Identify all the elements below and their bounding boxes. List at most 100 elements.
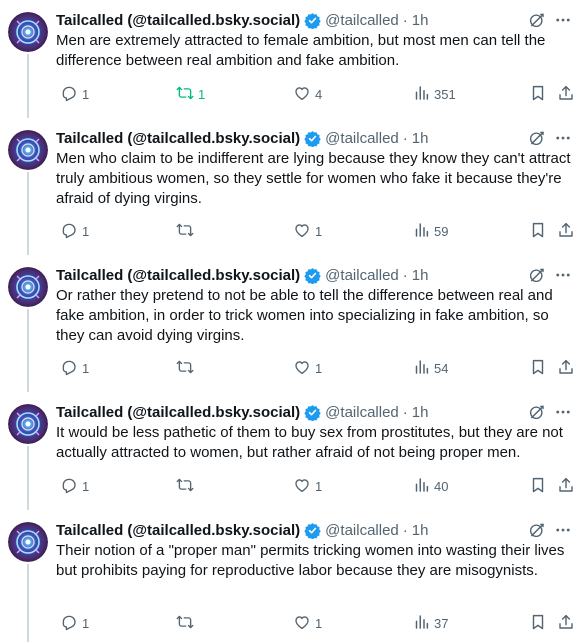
- tweet-text: It would be less pathetic of them to buy…: [56, 424, 563, 461]
- thread-line: [27, 446, 29, 510]
- reply-icon: [60, 221, 78, 242]
- bookmark-button[interactable]: [525, 613, 547, 633]
- avatar[interactable]: [8, 267, 48, 307]
- timestamp[interactable]: 1h: [412, 522, 429, 539]
- views-icon: [412, 476, 430, 497]
- like-icon: [293, 221, 311, 242]
- separator: ·: [402, 266, 408, 284]
- author-handle[interactable]: @tailcalled: [325, 404, 399, 421]
- like-button[interactable]: 1: [289, 221, 322, 241]
- like-button[interactable]: 4: [289, 84, 322, 104]
- bookmark-icon: [529, 476, 547, 497]
- like-icon: [293, 613, 311, 634]
- author-handle[interactable]: @tailcalled: [325, 522, 399, 539]
- grok-icon[interactable]: [528, 521, 546, 539]
- action-bar: 1 1 40: [56, 476, 576, 496]
- bookmark-button[interactable]: [525, 476, 547, 496]
- author-name[interactable]: Tailcalled (@tailcalled.bsky.social): [56, 267, 300, 284]
- verified-badge-icon: [304, 12, 321, 29]
- like-button[interactable]: 1: [289, 476, 322, 496]
- grok-icon[interactable]: [528, 129, 546, 147]
- tweet[interactable]: Tailcalled (@tailcalled.bsky.social) @ta…: [0, 510, 581, 642]
- more-icon[interactable]: [554, 11, 572, 29]
- tweet[interactable]: Tailcalled (@tailcalled.bsky.social) @ta…: [0, 392, 581, 510]
- avatar[interactable]: [8, 404, 48, 444]
- repost-button[interactable]: [172, 613, 198, 633]
- bookmark-button[interactable]: [525, 221, 547, 241]
- thread-line: [27, 564, 29, 642]
- share-button[interactable]: [553, 84, 575, 104]
- reply-count: 1: [82, 360, 90, 376]
- views-button[interactable]: 351: [408, 84, 456, 104]
- author-name[interactable]: Tailcalled (@tailcalled.bsky.social): [56, 522, 300, 539]
- tweet-header: Tailcalled (@tailcalled.bsky.social) @ta…: [56, 519, 428, 541]
- grok-icon[interactable]: [528, 266, 546, 284]
- repost-button[interactable]: [172, 358, 198, 378]
- repost-button[interactable]: [172, 221, 198, 241]
- grok-icon[interactable]: [528, 403, 546, 421]
- repost-button[interactable]: [172, 476, 198, 496]
- timestamp[interactable]: 1h: [412, 404, 429, 421]
- views-button[interactable]: 37: [408, 613, 448, 633]
- views-button[interactable]: 59: [408, 221, 448, 241]
- tweet-text: Their notion of a "proper man" permits t…: [56, 542, 565, 579]
- like-button[interactable]: 1: [289, 358, 322, 378]
- avatar[interactable]: [8, 130, 48, 170]
- more-icon[interactable]: [554, 266, 572, 284]
- grok-icon[interactable]: [528, 11, 546, 29]
- verified-badge-icon: [304, 130, 321, 147]
- views-button[interactable]: 40: [408, 476, 448, 496]
- share-icon: [557, 476, 575, 497]
- repost-button[interactable]: 1: [172, 84, 205, 104]
- author-name[interactable]: Tailcalled (@tailcalled.bsky.social): [56, 404, 300, 421]
- more-icon[interactable]: [554, 521, 572, 539]
- reply-button[interactable]: 1: [56, 358, 89, 378]
- timestamp[interactable]: 1h: [412, 130, 429, 147]
- views-icon: [412, 84, 430, 105]
- tweet-header: Tailcalled (@tailcalled.bsky.social) @ta…: [56, 9, 428, 31]
- tweet-header: Tailcalled (@tailcalled.bsky.social) @ta…: [56, 127, 428, 149]
- author-handle[interactable]: @tailcalled: [325, 12, 399, 29]
- tweet[interactable]: Tailcalled (@tailcalled.bsky.social) @ta…: [0, 255, 581, 392]
- repost-icon: [176, 358, 194, 379]
- like-icon: [293, 84, 311, 105]
- author-handle[interactable]: @tailcalled: [325, 267, 399, 284]
- tweet[interactable]: Tailcalled (@tailcalled.bsky.social) @ta…: [0, 118, 581, 255]
- timestamp[interactable]: 1h: [412, 12, 429, 29]
- views-button[interactable]: 54: [408, 358, 448, 378]
- avatar[interactable]: [8, 522, 48, 562]
- bookmark-icon: [529, 221, 547, 242]
- more-icon[interactable]: [554, 129, 572, 147]
- thread-line: [27, 54, 29, 118]
- bookmark-button[interactable]: [525, 358, 547, 378]
- share-icon: [557, 358, 575, 379]
- bookmark-button[interactable]: [525, 84, 547, 104]
- action-bar: 1 1 4 351: [56, 84, 576, 104]
- reply-count: 1: [82, 223, 90, 239]
- author-name[interactable]: Tailcalled (@tailcalled.bsky.social): [56, 12, 300, 29]
- share-button[interactable]: [553, 221, 575, 241]
- tweet-text: Or rather they pretend to not be able to…: [56, 287, 553, 344]
- share-icon: [557, 84, 575, 105]
- like-count: 1: [315, 615, 323, 631]
- share-button[interactable]: [553, 613, 575, 633]
- share-button[interactable]: [553, 358, 575, 378]
- like-button[interactable]: 1: [289, 613, 322, 633]
- author-handle[interactable]: @tailcalled: [325, 130, 399, 147]
- avatar[interactable]: [8, 12, 48, 52]
- action-bar: 1 1 59: [56, 221, 576, 241]
- action-bar: 1 1 54: [56, 358, 576, 378]
- share-button[interactable]: [553, 476, 575, 496]
- separator: ·: [402, 11, 408, 29]
- reply-count: 1: [82, 478, 90, 494]
- reply-button[interactable]: 1: [56, 476, 89, 496]
- repost-icon: [176, 221, 194, 242]
- more-icon[interactable]: [554, 403, 572, 421]
- bookmark-icon: [529, 358, 547, 379]
- author-name[interactable]: Tailcalled (@tailcalled.bsky.social): [56, 130, 300, 147]
- tweet[interactable]: Tailcalled (@tailcalled.bsky.social) @ta…: [0, 0, 581, 118]
- reply-button[interactable]: 1: [56, 221, 89, 241]
- timestamp[interactable]: 1h: [412, 267, 429, 284]
- reply-button[interactable]: 1: [56, 84, 89, 104]
- reply-button[interactable]: 1: [56, 613, 89, 633]
